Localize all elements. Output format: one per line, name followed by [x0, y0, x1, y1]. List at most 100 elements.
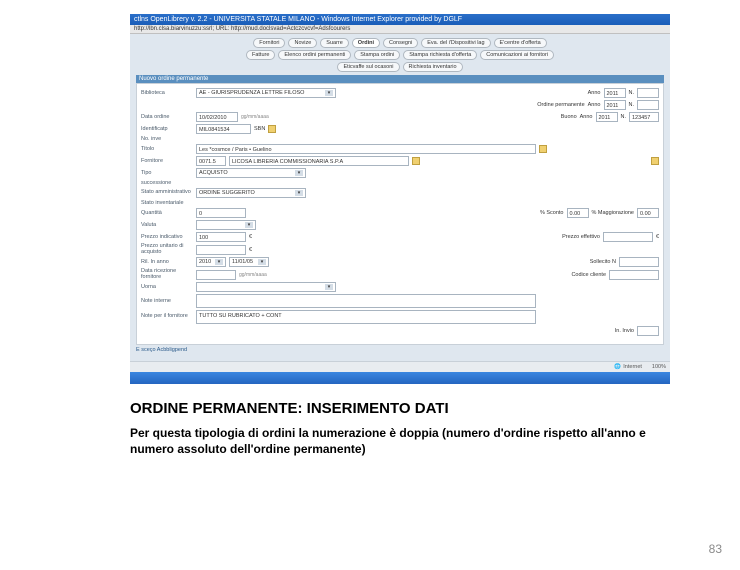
invio-label: In. Invio: [615, 328, 634, 334]
search-icon[interactable]: [412, 157, 420, 165]
euro-icon: €: [249, 234, 252, 240]
prezzo-ind-label: Prezzo indicativo: [141, 234, 193, 240]
fornitore-code-input[interactable]: 0071.5: [196, 156, 226, 166]
data-ric-input[interactable]: [196, 270, 236, 280]
ordine-perm-n-input[interactable]: [637, 100, 659, 110]
note-ford-label: Note per il fornitore: [141, 314, 193, 320]
tab-consegni[interactable]: Consegni: [383, 38, 418, 48]
search-icon[interactable]: [539, 145, 547, 153]
biblioteca-select[interactable]: AE - GIURISPRUDENZA LETTRE FILOSO ▾: [196, 88, 336, 98]
succ-label: successione: [141, 180, 193, 186]
tab-stampa-ordini[interactable]: Stampa ordini: [354, 50, 400, 60]
status-internet: Internet: [623, 364, 642, 370]
stato-amm-select[interactable]: ORDINE SUGGERITO ▾: [196, 188, 306, 198]
tab-fatture[interactable]: Fatture: [246, 50, 275, 60]
tab-novize[interactable]: Novize: [288, 38, 317, 48]
search-icon[interactable]: [268, 125, 276, 133]
stato-amm-label: Stato amministrativo: [141, 190, 193, 196]
form-panel: Biblioteca AE - GIURISPRUDENZA LETTRE FI…: [136, 83, 664, 345]
euro-icon: €: [656, 234, 659, 240]
stato-inv-label: Stato inventariale: [141, 200, 193, 206]
chevron-down-icon: ▾: [295, 170, 303, 176]
tipo-value: ACQUISTO: [199, 170, 228, 176]
titolo-input[interactable]: Les *cosmce / Paris • Guelino: [196, 144, 536, 154]
tab-centre-offerta[interactable]: E'centre d'offerta: [494, 38, 547, 48]
ordine-perm-n-label: N.: [629, 102, 635, 108]
biblioteca-label: Biblioteca: [141, 90, 193, 96]
chevron-down-icon: ▾: [258, 259, 266, 265]
tab-elenco-ordini[interactable]: Elenco ordini permanenti: [278, 50, 351, 60]
quantita-input[interactable]: 0: [196, 208, 246, 218]
ril-anno-select[interactable]: 2010 ▾: [196, 257, 226, 267]
chevron-down-icon: ▾: [295, 190, 303, 196]
page-number: 83: [709, 542, 722, 556]
buono-anno-input[interactable]: 2011: [596, 112, 618, 122]
invio-input[interactable]: [637, 326, 659, 336]
uorna-select[interactable]: ▾: [196, 282, 336, 292]
chevron-down-icon: ▾: [325, 284, 333, 290]
info-icon[interactable]: [651, 157, 659, 165]
caption-heading: ORDINE PERMANENTE: INSERIMENTO DATI: [130, 400, 670, 417]
chevron-down-icon: ▾: [215, 259, 223, 265]
noninv-label: No. inve: [141, 136, 193, 142]
buono-n-input[interactable]: 123457: [629, 112, 659, 122]
globe-icon: 🌐: [614, 364, 621, 370]
ril-label: Ril. In anno: [141, 259, 193, 265]
codice-cliente-label: Codice cliente: [571, 272, 606, 278]
sconto-input[interactable]: 0.00: [567, 208, 589, 218]
tab-comunicazioni[interactable]: Comunicazioni ai fornitori: [480, 50, 554, 60]
app-content: Fornitori Novize Suarre Ordini Consegni …: [130, 34, 670, 361]
data-ric-label: Data ricezione fornitore: [141, 269, 193, 280]
buono-label: Buono: [561, 114, 577, 120]
tab-row-3: Eticvaffe sul ocasoni Richiesta inventar…: [136, 62, 664, 72]
note-interne-input[interactable]: [196, 294, 536, 308]
prezzo-unit-input[interactable]: [196, 245, 246, 255]
tab-row-1: Fornitori Novize Suarre Ordini Consegni …: [136, 38, 664, 48]
ril-data-select[interactable]: 11/01/05 ▾: [229, 257, 269, 267]
valuta-label: Valuta: [141, 222, 193, 228]
buono-n-label: N.: [621, 114, 627, 120]
tab-dispositivi[interactable]: Eva. del i'Dispositivi lag: [421, 38, 490, 48]
anno-input[interactable]: 2011: [604, 88, 626, 98]
ie-address-bar[interactable]: http://lbn.clsa.biarvinuzzu:ssrl; URL: h…: [130, 25, 670, 34]
prezzo-eff-label: Prezzo effettivo: [562, 234, 600, 240]
sconto-label: % Sconto: [540, 210, 564, 216]
ie-window-title: ctlns OpenLibrery v. 2.2 - UNIVERSITA ST…: [130, 14, 670, 25]
note-ford-input[interactable]: TUTTO SU RUBRICATO + CONT: [196, 310, 536, 324]
stato-amm-value: ORDINE SUGGERITO: [199, 190, 255, 196]
tipo-label: Tipo: [141, 170, 193, 176]
section-title: Nuovo ordine permanente: [136, 75, 664, 83]
fornitore-label: Fornitore: [141, 158, 193, 164]
valuta-select[interactable]: ▾: [196, 220, 256, 230]
status-zoom: 100%: [652, 364, 666, 370]
biblioteca-value: AE - GIURISPRUDENZA LETTRE FILOSO: [199, 90, 304, 96]
data-ordine-input[interactable]: 10/02/2010: [196, 112, 238, 122]
anno-label: Anno: [588, 90, 601, 96]
tipo-select[interactable]: ACQUISTO ▾: [196, 168, 306, 178]
prezzo-ind-input[interactable]: 100: [196, 232, 246, 242]
tab-suarre[interactable]: Suarre: [320, 38, 349, 48]
identifying-input[interactable]: MIL0841534: [196, 124, 251, 134]
footer-link[interactable]: E sceço Acbbligpend: [136, 347, 664, 353]
n-input[interactable]: [637, 88, 659, 98]
tab-etichette[interactable]: Eticvaffe sul ocasoni: [337, 62, 399, 72]
maggio-input[interactable]: 0.00: [637, 208, 659, 218]
uorna-label: Uorna: [141, 284, 193, 290]
tab-fornitori[interactable]: Fornitori: [253, 38, 285, 48]
ordine-perm-anno-input[interactable]: 2011: [604, 100, 626, 110]
maggio-label: % Maggiorazione: [592, 210, 635, 216]
tab-stampa-richiesta[interactable]: Stampa richiesta d'offerta: [403, 50, 477, 60]
fornitore-name-input[interactable]: LICOSA LIBRERIA COMMISSIONARIA S.P.A: [229, 156, 409, 166]
codice-cliente-input[interactable]: [609, 270, 659, 280]
prezzo-eff-input[interactable]: [603, 232, 653, 242]
ril-data-value: 11/01/05: [232, 259, 253, 265]
note-interne-label: Note interne: [141, 298, 193, 304]
n-label: N.: [629, 90, 635, 96]
sollecito-input[interactable]: [619, 257, 659, 267]
sollecito-label: Sollecito N: [590, 259, 616, 265]
chevron-down-icon: ▾: [325, 90, 333, 96]
tab-richiesta-inventario[interactable]: Richiesta inventario: [403, 62, 463, 72]
tab-ordini[interactable]: Ordini: [352, 38, 380, 48]
windows-taskbar[interactable]: [130, 372, 670, 384]
ordine-perm-label: Ordine permanente: [537, 102, 584, 108]
